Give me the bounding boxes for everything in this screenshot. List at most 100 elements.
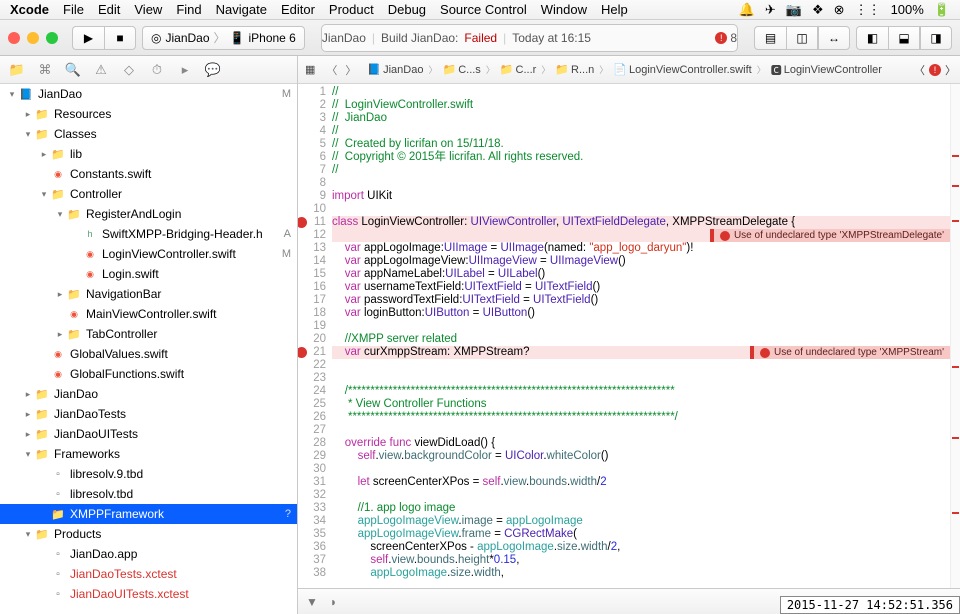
line-gutter[interactable]: 1234567891011121314151617181920212223242… bbox=[298, 84, 332, 588]
menu-product[interactable]: Product bbox=[329, 2, 374, 17]
line-number[interactable]: 9 bbox=[298, 190, 332, 203]
line-number[interactable]: 33 bbox=[298, 502, 332, 515]
symbol-navigator-tab[interactable]: ⌘ bbox=[34, 60, 56, 80]
menu-navigate[interactable]: Navigate bbox=[216, 2, 267, 17]
menu-view[interactable]: View bbox=[134, 2, 162, 17]
tree-item-jiandaotests-xctest[interactable]: ▫JianDaoTests.xctest bbox=[0, 564, 297, 584]
menu-source-control[interactable]: Source Control bbox=[440, 2, 527, 17]
circle-icon[interactable]: ⊗ bbox=[834, 2, 845, 18]
code-line[interactable]: var usernameTextField:UITextField = UITe… bbox=[332, 281, 950, 294]
line-number[interactable]: 12 bbox=[298, 229, 332, 242]
line-number[interactable]: 30 bbox=[298, 463, 332, 476]
code-line[interactable] bbox=[332, 463, 950, 476]
code-line[interactable]: // bbox=[332, 86, 950, 99]
tree-item-mainviewcontroller-swift[interactable]: ◉MainViewController.swift bbox=[0, 304, 297, 324]
scheme-selector[interactable]: ◎ JianDao 〉 📱 iPhone 6 bbox=[142, 26, 305, 50]
disclosure-triangle[interactable]: ▾ bbox=[6, 89, 18, 100]
wifi-icon[interactable]: ⋮⋮ bbox=[855, 2, 881, 18]
version-editor-button[interactable]: ↔ bbox=[818, 26, 850, 50]
code-line[interactable]: // JianDao bbox=[332, 112, 950, 125]
code-line[interactable]: // bbox=[332, 164, 950, 177]
line-number[interactable]: 20 bbox=[298, 333, 332, 346]
project-navigator-tab[interactable]: 📁 bbox=[6, 60, 28, 80]
tree-item-resources[interactable]: ▸📁Resources bbox=[0, 104, 297, 124]
line-number[interactable]: 36 bbox=[298, 541, 332, 554]
code-line[interactable]: /***************************************… bbox=[332, 385, 950, 398]
camera-icon[interactable]: 📷 bbox=[786, 2, 802, 18]
code-line[interactable]: let screenCenterXPos = self.view.bounds.… bbox=[332, 476, 950, 489]
disclosure-triangle[interactable]: ▾ bbox=[22, 129, 34, 140]
tree-item-libresolv-9-tbd[interactable]: ▫libresolv.9.tbd bbox=[0, 464, 297, 484]
line-number[interactable]: 31 bbox=[298, 476, 332, 489]
code-line[interactable]: * View Controller Functions bbox=[332, 398, 950, 411]
disclosure-triangle[interactable]: ▸ bbox=[22, 109, 34, 120]
code-line[interactable]: //XMPP server related bbox=[332, 333, 950, 346]
test-navigator-tab[interactable]: ◇ bbox=[118, 60, 140, 80]
code-line[interactable]: self.view.bounds.height*0.15, bbox=[332, 554, 950, 567]
line-number[interactable]: 18 bbox=[298, 307, 332, 320]
menu-help[interactable]: Help bbox=[601, 2, 628, 17]
line-number[interactable]: 34 bbox=[298, 515, 332, 528]
jump-folder-2[interactable]: 📁 C...r bbox=[497, 63, 539, 76]
line-number[interactable]: 25 bbox=[298, 398, 332, 411]
inline-error-badge[interactable]: Use of undeclared type 'XMPPStreamDelega… bbox=[710, 229, 950, 242]
tree-item-registerandlogin[interactable]: ▾📁RegisterAndLogin bbox=[0, 204, 297, 224]
line-number[interactable]: 28 bbox=[298, 437, 332, 450]
minimize-window[interactable] bbox=[27, 32, 39, 44]
line-number[interactable]: 3 bbox=[298, 112, 332, 125]
toggle-navigator-button[interactable]: ◧ bbox=[856, 26, 888, 50]
line-number[interactable]: 26 bbox=[298, 411, 332, 424]
line-number[interactable]: 22 bbox=[298, 359, 332, 372]
code-line[interactable] bbox=[332, 320, 950, 333]
menu-window[interactable]: Window bbox=[541, 2, 587, 17]
code-line[interactable]: import UIKit bbox=[332, 190, 950, 203]
breakpoint-navigator-tab[interactable]: ▸ bbox=[174, 60, 196, 80]
code-line[interactable]: var loginButton:UIButton = UIButton() bbox=[332, 307, 950, 320]
tree-item-constants-swift[interactable]: ◉Constants.swift bbox=[0, 164, 297, 184]
toggle-utilities-button[interactable]: ◨ bbox=[920, 26, 952, 50]
line-number[interactable]: 16 bbox=[298, 281, 332, 294]
menu-editor[interactable]: Editor bbox=[281, 2, 315, 17]
code-line[interactable]: // Created by licrifan on 15/11/18. bbox=[332, 138, 950, 151]
code-line[interactable]: appLogoImage.size.width, bbox=[332, 567, 950, 580]
line-number[interactable]: 6 bbox=[298, 151, 332, 164]
debug-navigator-tab[interactable]: ⏱ bbox=[146, 60, 168, 80]
menu-edit[interactable]: Edit bbox=[98, 2, 120, 17]
disclosure-triangle[interactable]: ▸ bbox=[54, 289, 66, 300]
disclosure-triangle[interactable]: ▸ bbox=[38, 149, 50, 160]
code-line[interactable]: self.view.backgroundColor = UIColor.whit… bbox=[332, 450, 950, 463]
code-line[interactable] bbox=[332, 203, 950, 216]
code-line[interactable]: var appLogoImage:UIImage = UIImage(named… bbox=[332, 242, 950, 255]
tree-item-jiandaouitests-xctest[interactable]: ▫JianDaoUITests.xctest bbox=[0, 584, 297, 604]
code-line[interactable]: // LoginViewController.swift bbox=[332, 99, 950, 112]
code-line[interactable]: override func viewDidLoad() { bbox=[332, 437, 950, 450]
line-number[interactable]: 5 bbox=[298, 138, 332, 151]
code-line[interactable]: //1. app logo image bbox=[332, 502, 950, 515]
line-number[interactable]: 10 bbox=[298, 203, 332, 216]
line-number[interactable]: 35 bbox=[298, 528, 332, 541]
line-number[interactable]: 17 bbox=[298, 294, 332, 307]
code-line[interactable] bbox=[332, 177, 950, 190]
tree-item-frameworks[interactable]: ▾📁Frameworks bbox=[0, 444, 297, 464]
jump-file[interactable]: 📄 LoginViewController.swift bbox=[610, 63, 754, 76]
error-badge[interactable]: ! 8 bbox=[715, 31, 737, 45]
find-navigator-tab[interactable]: 🔍 bbox=[62, 60, 84, 80]
close-window[interactable] bbox=[8, 32, 20, 44]
code-line[interactable]: var passwordTextField:UITextField = UITe… bbox=[332, 294, 950, 307]
tree-item-globalvalues-swift[interactable]: ◉GlobalValues.swift bbox=[0, 344, 297, 364]
code-line[interactable] bbox=[332, 424, 950, 437]
line-number[interactable]: 8 bbox=[298, 177, 332, 190]
prev-issue-button[interactable]: 〈 bbox=[914, 62, 925, 78]
tree-item-controller[interactable]: ▾📁Controller bbox=[0, 184, 297, 204]
minimap[interactable] bbox=[950, 84, 960, 588]
go-forward-button[interactable]: 〉 bbox=[345, 62, 356, 78]
tree-item-tabcontroller[interactable]: ▸📁TabController bbox=[0, 324, 297, 344]
hide-debug-button[interactable]: ▼ bbox=[306, 595, 318, 609]
tree-item-swiftxmpp-bridging-header-h[interactable]: hSwiftXMPP-Bridging-Header.hA bbox=[0, 224, 297, 244]
line-number[interactable]: 19 bbox=[298, 320, 332, 333]
activity-viewer[interactable]: JianDao | Build JianDao: Failed | Today … bbox=[321, 24, 738, 52]
next-issue-button[interactable]: 〉 bbox=[945, 62, 956, 78]
source-editor[interactable]: 1234567891011121314151617181920212223242… bbox=[298, 84, 960, 588]
tree-item-jiandao-app[interactable]: ▫JianDao.app bbox=[0, 544, 297, 564]
plane-icon[interactable]: ✈ bbox=[765, 2, 776, 18]
